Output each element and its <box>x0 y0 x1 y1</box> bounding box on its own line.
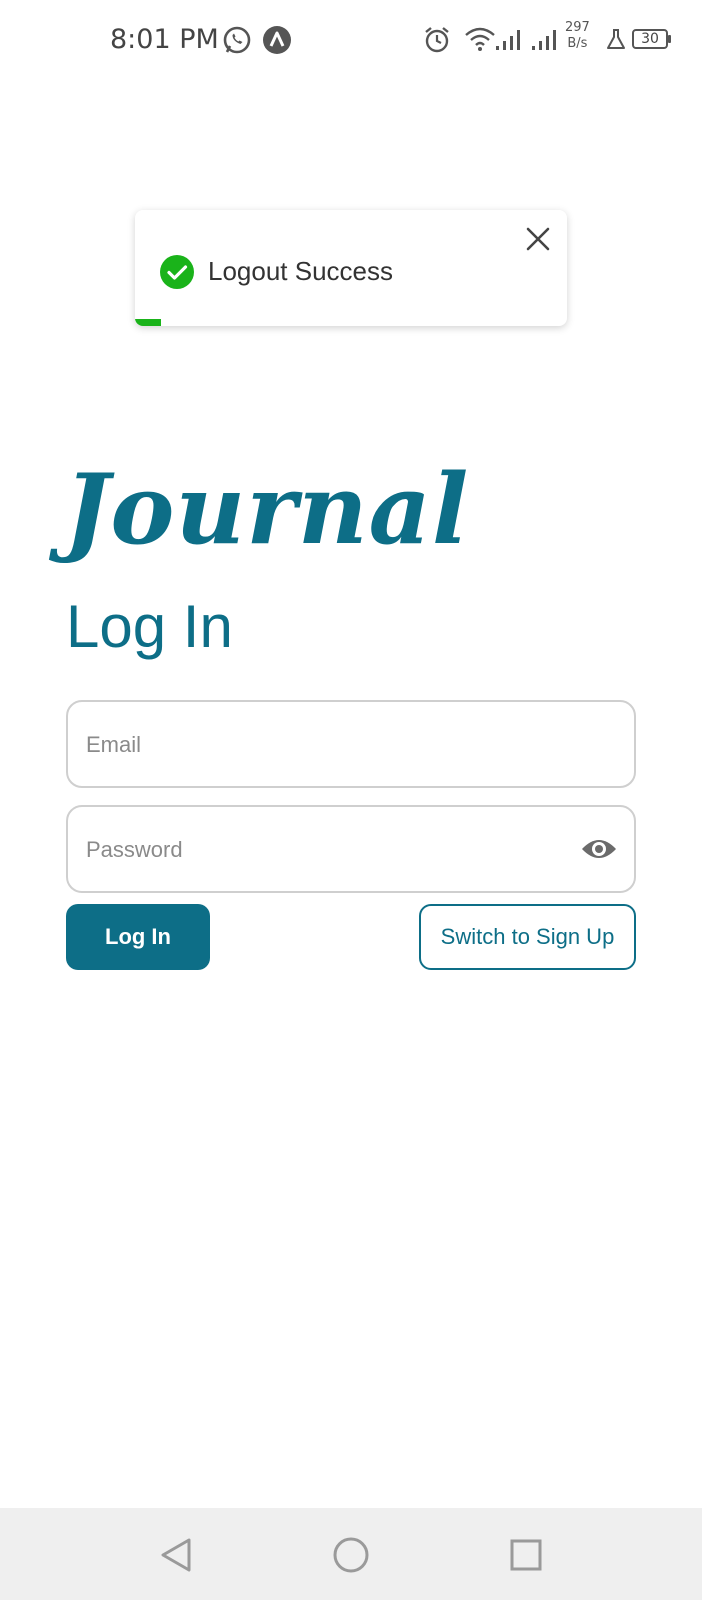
app-notification-icon <box>263 26 291 54</box>
whatsapp-icon <box>223 26 251 54</box>
toast-progress-bar <box>135 319 161 326</box>
switch-to-signup-button[interactable]: Switch to Sign Up <box>419 904 636 970</box>
network-speed: 297 B/s <box>565 20 590 52</box>
email-field[interactable] <box>66 700 636 788</box>
network-speed-value: 297 <box>565 20 590 35</box>
success-check-icon <box>160 255 194 289</box>
status-time: 8:01 PM <box>110 24 219 55</box>
password-field[interactable] <box>66 805 636 893</box>
page-title: Log In <box>66 593 233 660</box>
home-icon[interactable] <box>332 1536 370 1574</box>
eye-icon[interactable] <box>580 835 618 863</box>
battery-icon: 30 <box>632 29 671 49</box>
signal-icon <box>532 30 556 50</box>
recents-icon[interactable] <box>508 1536 544 1574</box>
password-input[interactable] <box>84 807 558 893</box>
back-icon[interactable] <box>158 1536 194 1574</box>
status-bar: 8:01 PM 297 B/s 30 <box>0 0 702 80</box>
toast-notification: Logout Success <box>135 210 567 326</box>
signal-icon <box>496 30 520 50</box>
login-button[interactable]: Log In <box>66 904 210 970</box>
app-logo: Journal <box>64 453 470 566</box>
close-icon[interactable] <box>525 226 551 252</box>
lab-icon <box>607 29 625 49</box>
alarm-icon <box>425 27 449 53</box>
network-speed-unit: B/s <box>567 36 588 51</box>
system-navigation-bar <box>0 1508 702 1600</box>
email-input[interactable] <box>84 702 558 788</box>
battery-level: 30 <box>641 31 659 47</box>
toast-message: Logout Success <box>208 256 394 286</box>
wifi-icon <box>465 27 495 51</box>
